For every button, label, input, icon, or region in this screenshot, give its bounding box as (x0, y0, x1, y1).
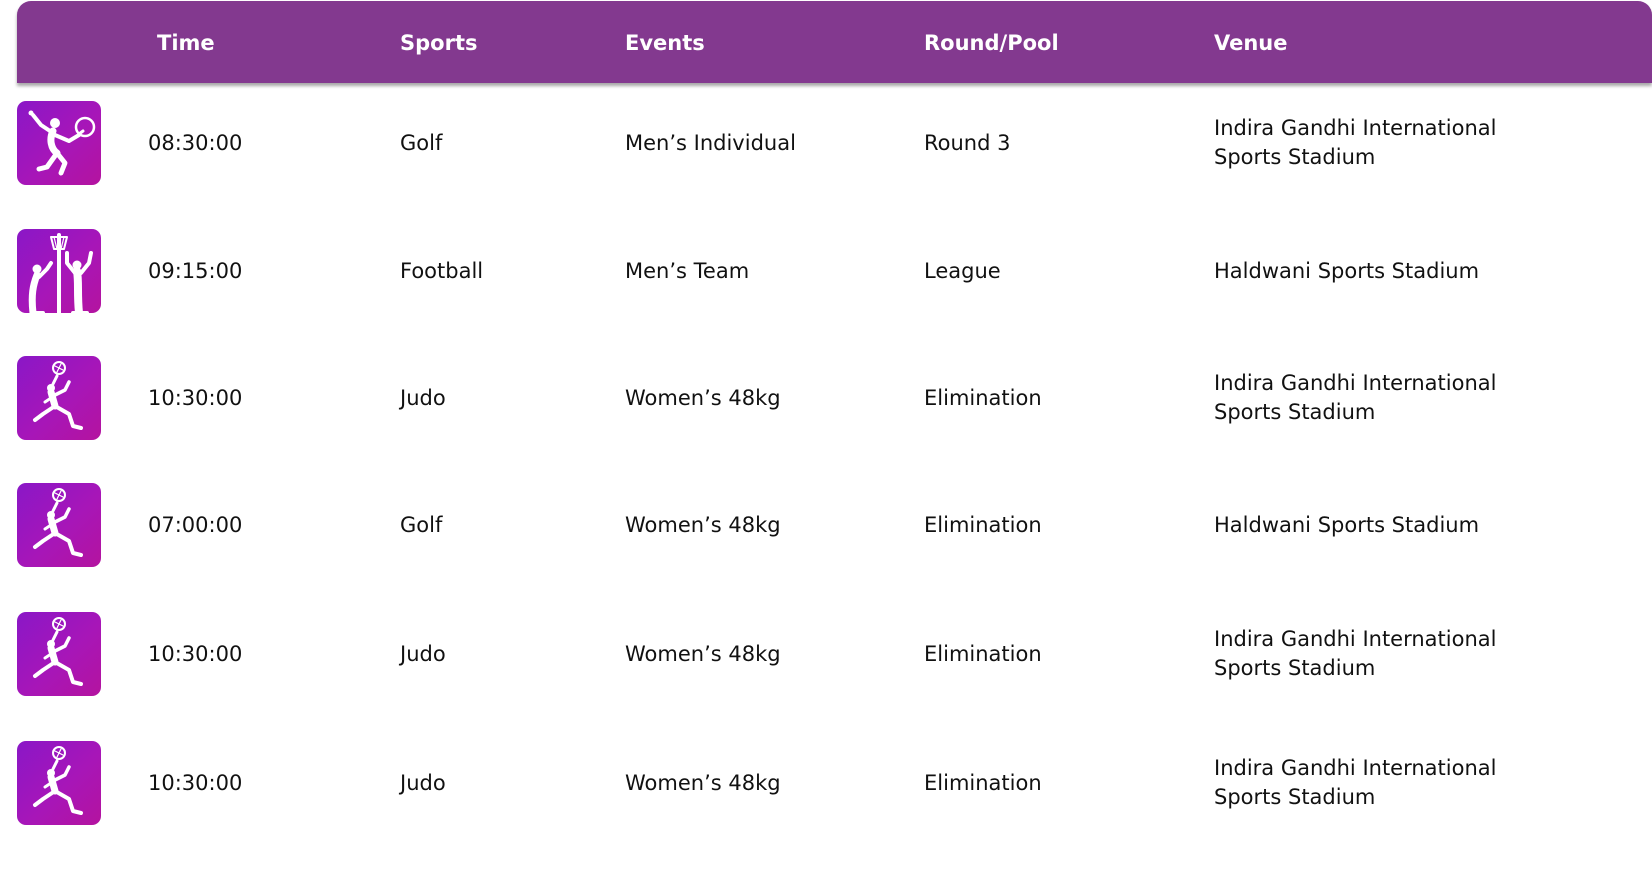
event-cell: Men’s Team (625, 258, 750, 283)
event-cell: Women’s 48kg (625, 770, 781, 795)
time-cell: 09:15:00 (148, 258, 243, 283)
round-cell: Elimination (924, 512, 1042, 537)
sport-cell: Judo (400, 770, 446, 795)
round-cell: League (924, 258, 1001, 283)
sport-cell: Golf (400, 512, 443, 537)
sport-cell: Judo (400, 385, 446, 410)
sport-cell: Football (400, 258, 484, 283)
header-time[interactable]: Time (157, 1, 215, 83)
event-cell: Women’s 48kg (625, 512, 781, 537)
table-row[interactable]: 10:30:00 Judo Women’s 48kg Elimination I… (17, 612, 1652, 698)
athlete-icon (17, 612, 101, 696)
round-cell: Elimination (924, 385, 1042, 410)
netball-icon (17, 229, 101, 313)
table-row[interactable]: 09:15:00 Football Men’s Team League Hald… (17, 229, 1652, 315)
table-row[interactable]: 10:30:00 Judo Women’s 48kg Elimination I… (17, 356, 1652, 442)
badminton-icon (17, 101, 101, 185)
sport-cell: Golf (400, 130, 443, 155)
round-cell: Elimination (924, 641, 1042, 666)
time-cell: 10:30:00 (148, 770, 243, 795)
sport-cell: Judo (400, 641, 446, 666)
round-cell: Round 3 (924, 130, 1011, 155)
time-cell: 10:30:00 (148, 641, 243, 666)
header-round[interactable]: Round/Pool (924, 1, 1059, 83)
venue-cell: Indira Gandhi International Sports Stadi… (1214, 627, 1497, 680)
athlete-icon (17, 483, 101, 567)
time-cell: 07:00:00 (148, 512, 243, 537)
venue-cell: Haldwani Sports Stadium (1214, 512, 1480, 537)
header-venue[interactable]: Venue (1214, 1, 1288, 83)
table-row[interactable]: 08:30:00 Golf Men’s Individual Round 3 I… (17, 101, 1652, 187)
venue-cell: Indira Gandhi International Sports Stadi… (1214, 756, 1497, 809)
round-cell: Elimination (924, 770, 1042, 795)
header-sports[interactable]: Sports (400, 1, 477, 83)
venue-cell: Haldwani Sports Stadium (1214, 258, 1480, 283)
table-row[interactable]: 10:30:00 Judo Women’s 48kg Elimination I… (17, 741, 1652, 827)
event-cell: Men’s Individual (625, 130, 796, 155)
athlete-icon (17, 741, 101, 825)
event-cell: Women’s 48kg (625, 385, 781, 410)
time-cell: 10:30:00 (148, 385, 243, 410)
venue-cell: Indira Gandhi International Sports Stadi… (1214, 371, 1497, 424)
time-cell: 08:30:00 (148, 130, 243, 155)
table-header: Time Sports Events Round/Pool Venue (17, 1, 1652, 83)
header-events[interactable]: Events (625, 1, 705, 83)
athlete-icon (17, 356, 101, 440)
table-row[interactable]: 07:00:00 Golf Women’s 48kg Elimination H… (17, 483, 1652, 569)
venue-cell: Indira Gandhi International Sports Stadi… (1214, 116, 1497, 169)
event-cell: Women’s 48kg (625, 641, 781, 666)
schedule-table: Time Sports Events Round/Pool Venue 08:3… (0, 0, 1652, 887)
